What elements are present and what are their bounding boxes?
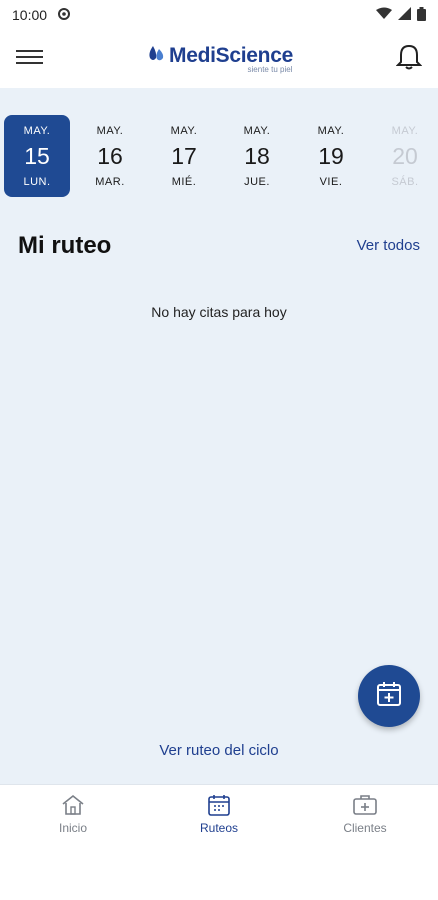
empty-state-message: No hay citas para hoy [151, 304, 287, 320]
cycle-route-link[interactable]: Ver ruteo del ciclo [0, 742, 438, 759]
date-month: MAY. [23, 124, 51, 137]
date-day: 16 [97, 142, 123, 169]
date-day: 15 [24, 142, 50, 169]
date-day: 18 [244, 142, 270, 169]
medical-case-icon [352, 794, 378, 819]
date-weekday: JUE. [244, 175, 270, 188]
home-icon [61, 794, 85, 819]
date-strip[interactable]: MAY. 15 LUN. MAY. 16 MAR. MAY. 17 MIÉ. M… [0, 115, 438, 199]
brand-tagline: siente tu piel [247, 65, 293, 74]
main-content: MAY. 15 LUN. MAY. 16 MAR. MAY. 17 MIÉ. M… [0, 88, 438, 784]
date-month: MAY. [317, 124, 345, 137]
system-gesture-area [0, 844, 438, 900]
wifi-icon [376, 7, 392, 23]
signal-icon [398, 7, 411, 23]
date-day: 19 [318, 142, 344, 169]
date-cell: MAY. 20 SÁB. [372, 115, 438, 197]
date-cell[interactable]: MAY. 15 LUN. [4, 115, 70, 197]
date-day: 17 [171, 142, 197, 169]
battery-icon [417, 6, 426, 24]
date-month: MAY. [243, 124, 271, 137]
date-weekday: MIÉ. [171, 175, 197, 188]
date-cell[interactable]: MAY. 17 MIÉ. [151, 115, 217, 197]
nav-label: Clientes [343, 821, 387, 835]
nav-item-ruteos[interactable]: Ruteos [146, 785, 292, 844]
date-cell[interactable]: MAY. 19 VIE. [298, 115, 364, 197]
settings-gear-icon [57, 7, 71, 24]
bell-icon[interactable] [395, 43, 423, 76]
date-cell[interactable]: MAY. 16 MAR. [77, 115, 143, 197]
date-day: 20 [392, 142, 418, 169]
date-weekday: LUN. [23, 175, 51, 188]
bottom-nav: Inicio Ruteos Clientes [0, 784, 438, 844]
calendar-add-icon [375, 680, 403, 713]
nav-label: Inicio [58, 821, 87, 835]
brand-logo: MediScience siente tu piel [147, 44, 293, 74]
date-weekday: MAR. [95, 175, 125, 188]
app-header: MediScience siente tu piel [0, 30, 438, 88]
section-title: Mi ruteo [18, 232, 112, 259]
menu-icon[interactable] [16, 47, 44, 72]
date-month: MAY. [96, 124, 124, 137]
calendar-icon [207, 794, 231, 819]
date-weekday: SÁB. [391, 175, 419, 188]
nav-item-clientes[interactable]: Clientes [292, 785, 438, 844]
date-weekday: VIE. [319, 175, 343, 188]
droplet-logo-icon [147, 45, 165, 68]
nav-item-inicio[interactable]: Inicio [0, 785, 146, 844]
see-all-link[interactable]: Ver todos [357, 237, 420, 254]
date-cell[interactable]: MAY. 18 JUE. [224, 115, 290, 197]
date-month: MAY. [170, 124, 198, 137]
nav-label: Ruteos [199, 821, 239, 835]
status-time: 10:00 [12, 7, 48, 23]
add-appointment-button[interactable] [358, 665, 420, 727]
date-month: MAY. [391, 124, 419, 137]
status-bar: 10:00 [0, 0, 438, 30]
